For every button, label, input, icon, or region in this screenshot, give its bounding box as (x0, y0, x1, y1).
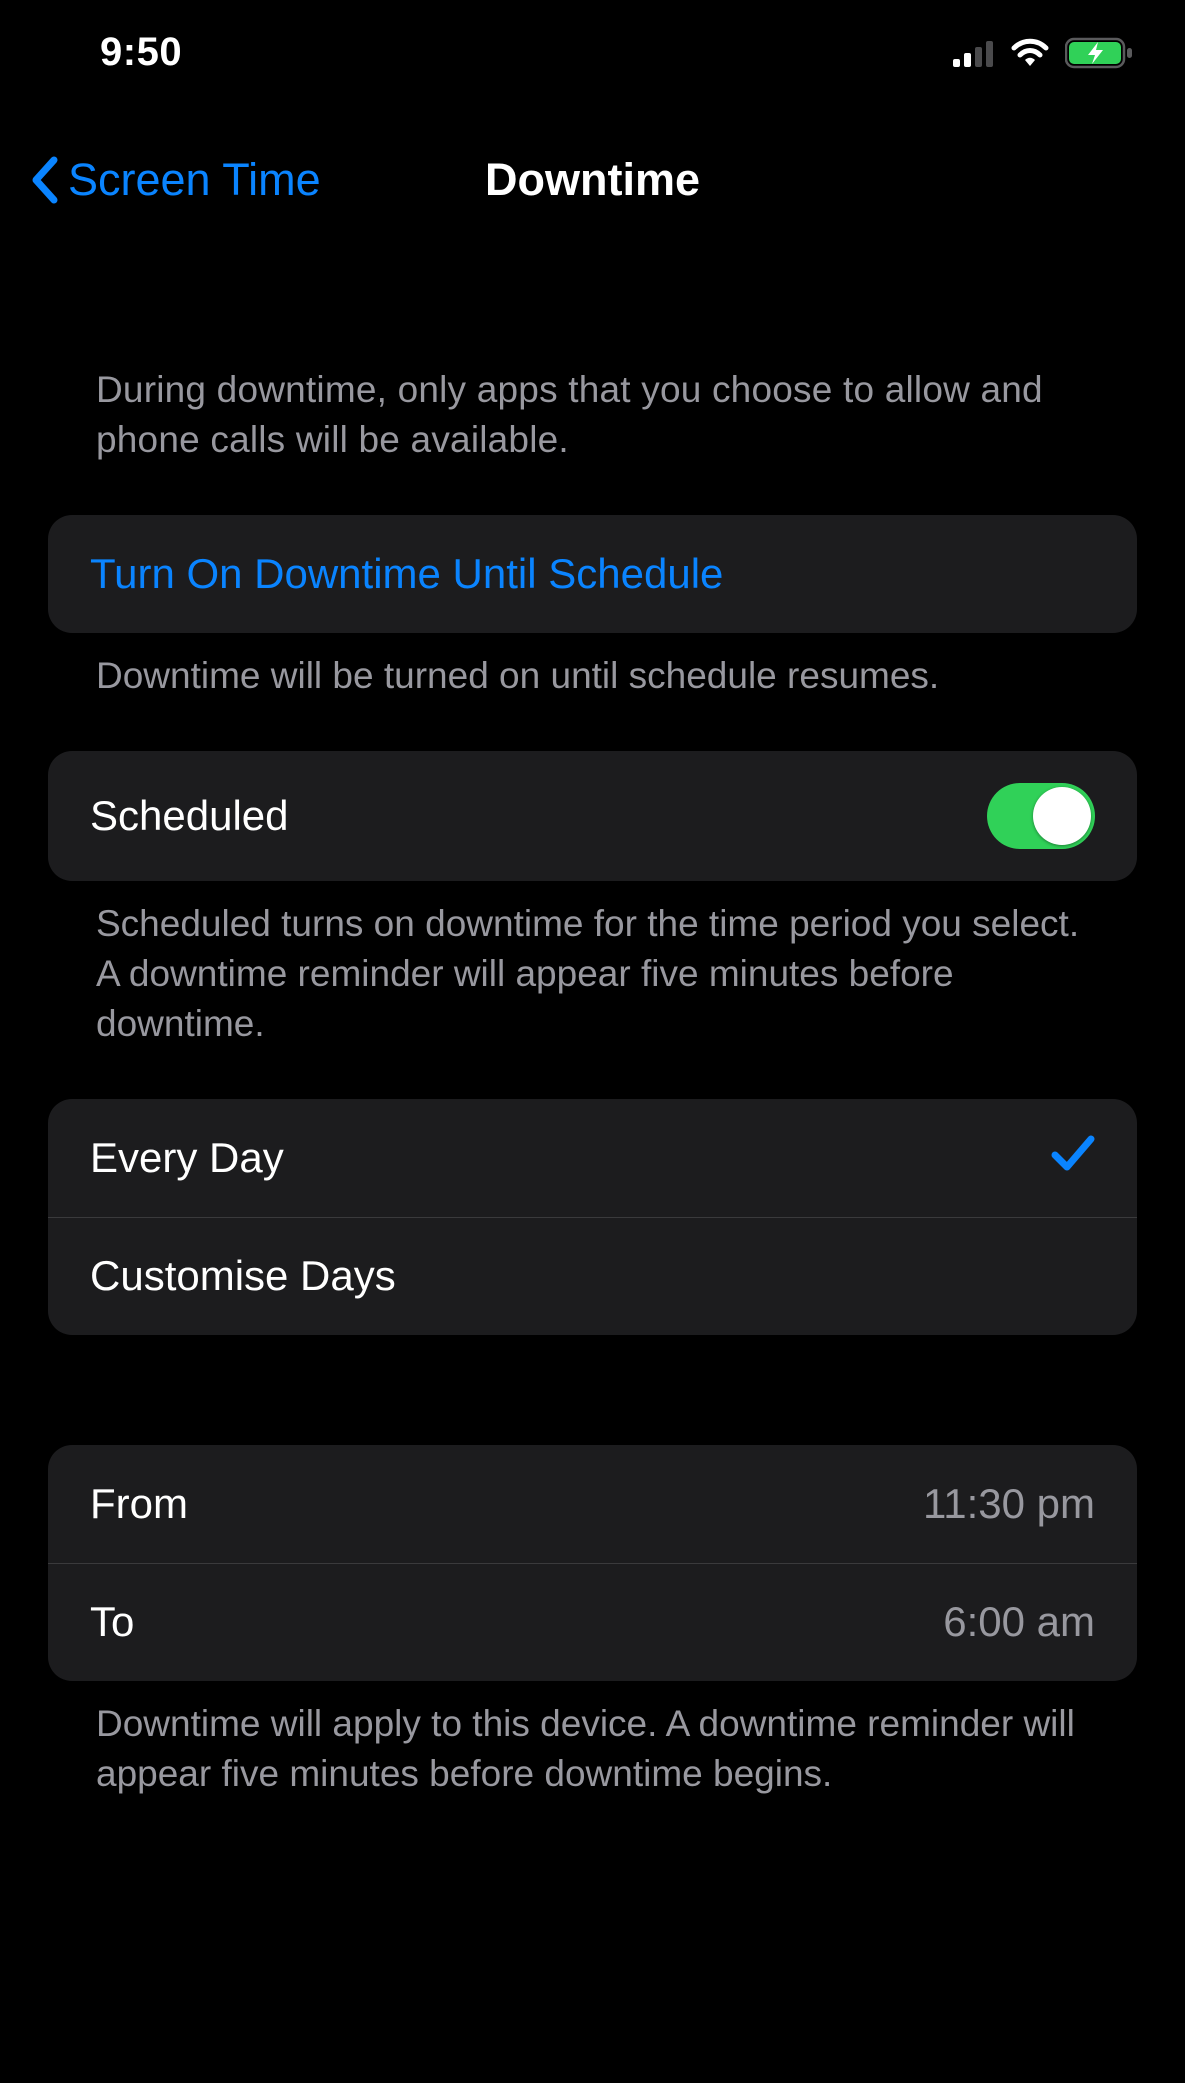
every-day-row[interactable]: Every Day (48, 1099, 1137, 1217)
turn-on-downtime-button[interactable]: Turn On Downtime Until Schedule (48, 515, 1137, 633)
back-label: Screen Time (68, 154, 321, 206)
checkmark-icon (1051, 1133, 1095, 1183)
time-footer: Downtime will apply to this device. A do… (48, 1681, 1137, 1799)
toggle-knob (1033, 787, 1091, 845)
chevron-left-icon (30, 156, 60, 204)
scheduled-label: Scheduled (90, 792, 289, 840)
every-day-label: Every Day (90, 1134, 284, 1182)
wifi-icon (1009, 38, 1051, 68)
nav-bar: Screen Time Downtime (0, 75, 1185, 215)
time-group: From 11:30 pm To 6:00 am (48, 1445, 1137, 1681)
turn-on-downtime-label: Turn On Downtime Until Schedule (90, 550, 723, 598)
from-row[interactable]: From 11:30 pm (48, 1445, 1137, 1563)
to-value: 6:00 am (943, 1598, 1095, 1646)
battery-charging-icon (1065, 37, 1135, 69)
to-row[interactable]: To 6:00 am (48, 1563, 1137, 1681)
scheduled-group: Scheduled (48, 751, 1137, 881)
status-time: 9:50 (100, 30, 182, 75)
turn-on-group: Turn On Downtime Until Schedule (48, 515, 1137, 633)
turn-on-footer: Downtime will be turned on until schedul… (48, 633, 1137, 701)
back-button[interactable]: Screen Time (30, 154, 321, 206)
customise-days-row[interactable]: Customise Days (48, 1217, 1137, 1335)
from-label: From (90, 1480, 188, 1528)
customise-days-label: Customise Days (90, 1252, 396, 1300)
scheduled-footer: Scheduled turns on downtime for the time… (48, 881, 1137, 1049)
from-value: 11:30 pm (923, 1480, 1095, 1528)
frequency-group: Every Day Customise Days (48, 1099, 1137, 1335)
status-bar: 9:50 (0, 0, 1185, 75)
status-indicators (953, 37, 1135, 69)
scheduled-row: Scheduled (48, 751, 1137, 881)
header-description: During downtime, only apps that you choo… (48, 215, 1137, 465)
to-label: To (90, 1598, 134, 1646)
scheduled-toggle[interactable] (987, 783, 1095, 849)
cellular-icon (953, 39, 995, 67)
